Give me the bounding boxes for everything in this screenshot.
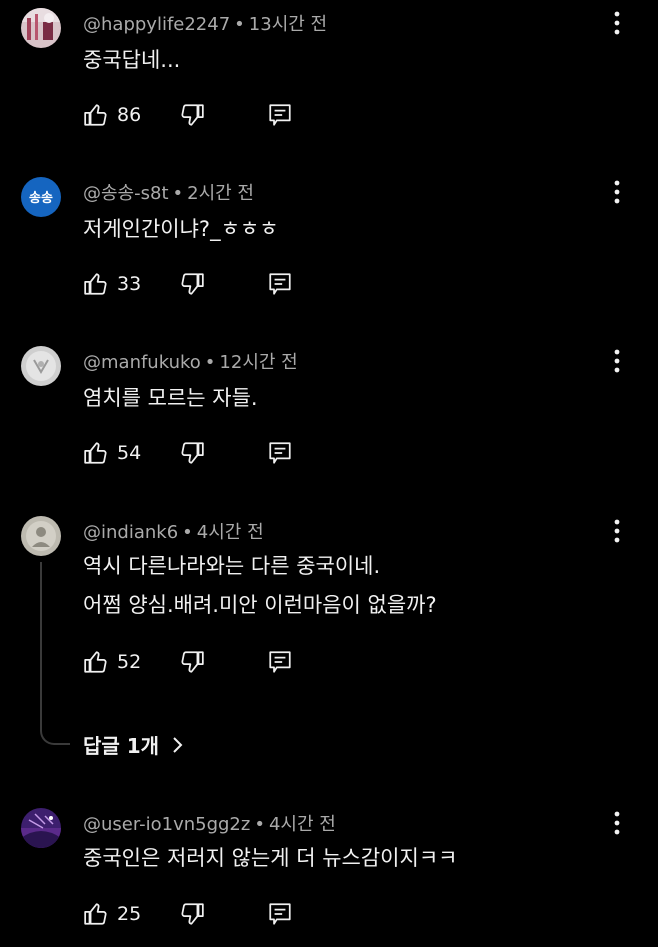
thumbs-up-icon [84, 442, 107, 464]
dislike-button[interactable] [179, 102, 205, 128]
comment-line: 역시 다른나라와는 다른 중국이네. [83, 554, 381, 578]
like-button[interactable]: 52 [83, 649, 141, 675]
like-button[interactable]: 54 [83, 440, 141, 466]
thumbs-down-icon [181, 442, 204, 464]
more-vertical-icon[interactable] [605, 810, 629, 836]
reply-button[interactable] [267, 440, 293, 466]
comment-actions: 33 [83, 271, 333, 301]
avatar[interactable] [21, 808, 61, 848]
like-count: 25 [117, 903, 142, 925]
thread-connector-line [40, 562, 70, 745]
reply-comment-icon [269, 651, 291, 673]
like-button[interactable]: 86 [83, 102, 141, 128]
comment-author[interactable]: @happylife2247 [83, 14, 230, 35]
dislike-button[interactable] [179, 440, 205, 466]
like-count: 52 [117, 651, 142, 673]
comment-author[interactable]: @manfukuko [83, 352, 201, 373]
like-button[interactable]: 25 [83, 901, 141, 927]
thumbs-down-icon [181, 273, 204, 295]
avatar[interactable] [21, 346, 61, 386]
comment-actions: 86 [83, 102, 333, 132]
comment-text: 역시 다른나라와는 다른 중국이네. 어쩜 양심.배려.미안 이런마음이 없을까… [83, 551, 437, 620]
thumbs-down-icon [181, 104, 204, 126]
comment-text: 염치를 모르는 자들. [83, 383, 258, 413]
comment-text: 중국인은 저러지 않는게 더 뉴스감이지ㅋㅋ [83, 843, 457, 873]
avatar[interactable] [21, 516, 61, 556]
more-vertical-icon[interactable] [605, 179, 629, 205]
comment-text: 중국답네... [83, 45, 180, 75]
more-vertical-icon[interactable] [605, 10, 629, 36]
comment-meta: @user-io1vn5gg2z • 4시간 전 [83, 814, 336, 835]
comment-time: 13시간 전 [248, 14, 328, 35]
avatar[interactable] [21, 8, 61, 48]
thumbs-up-icon [84, 273, 107, 295]
comment-actions: 52 [83, 649, 333, 679]
dislike-button[interactable] [179, 271, 205, 297]
thumbs-down-icon [181, 651, 204, 673]
comment-time: 4시간 전 [196, 522, 264, 543]
reply-comment-icon [269, 273, 291, 295]
dislike-button[interactable] [179, 649, 205, 675]
like-count: 54 [117, 442, 142, 464]
comment-author[interactable]: @송송-s8t [83, 183, 169, 204]
avatar[interactable]: 송송 [21, 177, 61, 217]
thumbs-up-icon [84, 104, 107, 126]
reply-comment-icon [269, 442, 291, 464]
comment-text: 저게인간이냐?_ㅎㅎㅎ [83, 214, 279, 244]
reply-comment-icon [269, 104, 291, 126]
comment-line: 중국답네... [83, 48, 181, 72]
comment-meta: @송송-s8t • 2시간 전 [83, 183, 254, 204]
comment-line: 중국인은 저러지 않는게 더 뉴스감이지ㅋㅋ [83, 846, 458, 870]
comment-author[interactable]: @user-io1vn5gg2z [83, 814, 250, 835]
comment-meta: @manfukuko • 12시간 전 [83, 352, 298, 373]
like-count: 86 [117, 104, 142, 126]
more-vertical-icon[interactable] [605, 518, 629, 544]
thumbs-up-icon [84, 651, 107, 673]
reply-comment-icon [269, 903, 291, 925]
comment-line: 어쩜 양심.배려.미안 이런마음이 없을까? [83, 593, 437, 617]
comment-time: 2시간 전 [187, 183, 254, 204]
reply-button[interactable] [267, 649, 293, 675]
comment-line: 저게인간이냐?_ㅎㅎㅎ [83, 217, 279, 241]
avatar-initials: 송송 [29, 191, 53, 206]
more-vertical-icon[interactable] [605, 348, 629, 374]
comment-line: 염치를 모르는 자들. [83, 386, 258, 410]
like-button[interactable]: 33 [83, 271, 141, 297]
dislike-button[interactable] [179, 901, 205, 927]
comment-actions: 54 [83, 440, 333, 470]
comment-meta: @happylife2247 • 13시간 전 [83, 14, 328, 35]
comment-time: 12시간 전 [219, 352, 298, 373]
chevron-right-icon [173, 736, 183, 753]
comment-meta: @indiank6 • 4시간 전 [83, 522, 264, 543]
thumbs-up-icon [84, 903, 107, 925]
replies-label: 답글 1개 [83, 734, 160, 758]
comment-author[interactable]: @indiank6 [83, 522, 178, 543]
reply-button[interactable] [267, 901, 293, 927]
view-replies-button[interactable]: 답글 1개 [83, 730, 183, 759]
like-count: 33 [117, 273, 142, 295]
comment-time: 4시간 전 [268, 814, 336, 835]
thumbs-down-icon [181, 903, 204, 925]
reply-button[interactable] [267, 271, 293, 297]
reply-button[interactable] [267, 102, 293, 128]
comment-actions: 25 [83, 901, 333, 931]
